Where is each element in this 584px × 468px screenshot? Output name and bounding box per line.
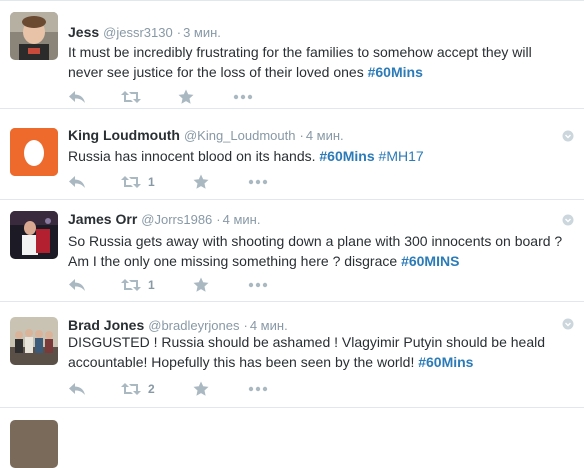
avatar[interactable] [10,211,58,259]
retweet-button[interactable]: 2 [121,379,155,399]
reply-icon [69,383,85,395]
hashtag-link[interactable]: #MH17 [379,148,424,164]
favorite-icon [193,277,209,292]
favorite-icon [178,89,194,104]
hashtag-link[interactable]: #60Mins [368,64,423,80]
tweet[interactable]: Jess @jessr3130 · 3 мин. It must be incredi… [0,0,584,109]
tweet[interactable]: Brad Jones @bradleyrjones · 4 мин. DISGUSTE… [0,302,584,408]
author-handle[interactable]: @Jorrs1986 [141,212,212,227]
egg-icon [10,128,58,176]
favorite-button[interactable] [193,379,209,399]
favorite-button[interactable] [178,87,194,107]
caret-icon[interactable] [562,130,574,142]
separator-dot: · [176,25,182,40]
retweet-icon [121,176,141,188]
timestamp[interactable]: 4 мин. [250,318,288,333]
separator-dot: · [216,212,221,227]
retweet-button[interactable] [121,87,148,107]
tweet-text: It must be incredibly frustrating for th… [68,42,568,82]
tweet[interactable]: King Loudmouth @King_Loudmouth · 4 мин. Rus… [0,109,584,200]
tweet-header: James Orr @Jorrs1986 · 4 мин. [68,211,260,227]
author-name[interactable]: Brad Jones [68,317,144,333]
author-handle[interactable]: @King_Loudmouth [184,128,296,143]
avatar[interactable] [10,420,58,468]
author-name[interactable]: Jess [68,24,99,40]
reply-button[interactable] [68,379,86,399]
caret-icon[interactable] [562,214,574,226]
avatar[interactable] [10,128,58,176]
author-handle[interactable]: @bradleyrjones [148,318,239,333]
more-icon [248,179,268,185]
tweet-header: King Loudmouth @King_Loudmouth · 4 мин. [68,127,344,143]
timestamp[interactable]: 4 мин. [223,212,261,227]
reply-icon [69,176,85,188]
author-name[interactable]: James Orr [68,211,137,227]
tweet-text-body: It must be incredibly frustrating for th… [68,44,532,80]
reply-icon [69,279,85,291]
favorite-icon [193,174,209,189]
retweet-icon [121,91,141,103]
retweet-button[interactable]: 1 [121,275,155,295]
retweet-count: 2 [148,382,155,396]
reply-button[interactable] [68,172,86,192]
tweet-partial[interactable] [0,408,584,468]
more-icon [233,94,253,100]
reply-icon [69,91,85,103]
avatar[interactable] [10,317,58,365]
retweet-icon [121,279,141,291]
favorite-icon [193,381,209,396]
more-button[interactable] [233,87,253,107]
retweet-icon [121,383,141,395]
separator-dot: · [299,128,304,143]
retweet-count: 1 [148,278,155,292]
more-button[interactable] [248,172,268,192]
tweet-header: Brad Jones @bradleyrjones · 4 мин. [68,317,288,333]
tweet-text: Russia has innocent blood on its hands. … [68,146,568,166]
reply-button[interactable] [68,87,86,107]
hashtag-link[interactable]: #60Mins [319,148,374,164]
more-icon [248,386,268,392]
favorite-button[interactable] [193,172,209,192]
more-button[interactable] [248,379,268,399]
timestamp[interactable]: 4 мин. [306,128,344,143]
reply-button[interactable] [68,275,86,295]
hashtag-link[interactable]: #60Mins [418,354,473,370]
avatar[interactable] [10,12,58,60]
more-icon [248,282,268,288]
retweet-button[interactable]: 1 [121,172,155,192]
tweet-header: Jess @jessr3130 · 3 мин. [68,24,221,40]
separator-dot: · [243,318,248,333]
tweet[interactable]: James Orr @Jorrs1986 · 4 мин. So Russia get… [0,200,584,302]
timestamp[interactable]: 3 мин. [183,25,221,40]
more-button[interactable] [248,275,268,295]
favorite-button[interactable] [193,275,209,295]
tweet-text: DISGUSTED ! Russia should be ashamed ! V… [68,332,568,372]
tweet-text-body: Russia has innocent blood on its hands. [68,148,320,164]
retweet-count: 1 [148,175,155,189]
hashtag-link[interactable]: #60MINS [401,253,459,269]
author-handle[interactable]: @jessr3130 [103,25,173,40]
author-name[interactable]: King Loudmouth [68,127,180,143]
tweet-text: So Russia gets away with shooting down a… [68,231,568,271]
tweet-text-body: So Russia gets away with shooting down a… [68,233,563,269]
caret-icon[interactable] [562,318,574,330]
